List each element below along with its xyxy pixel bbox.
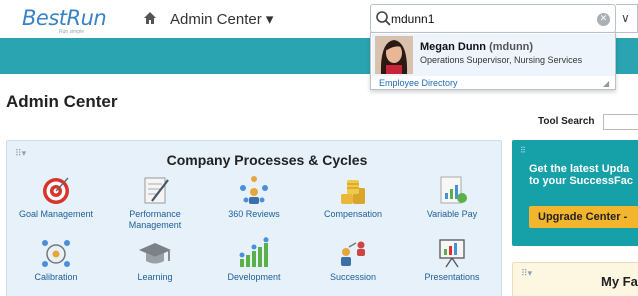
- logo-tagline: Run simple: [59, 29, 85, 35]
- chevron-down-icon: ∨: [621, 11, 630, 25]
- tile-development[interactable]: Development: [214, 237, 294, 283]
- panel-title: Company Processes & Cycles: [166, 152, 368, 168]
- page-title: Admin Center: [6, 92, 118, 111]
- tile-calibration[interactable]: Calibration: [16, 237, 96, 283]
- clear-icon[interactable]: ✕: [597, 13, 610, 26]
- tile-performance-management[interactable]: Performance Management: [115, 174, 195, 231]
- chart-document-icon: [440, 176, 467, 204]
- home-icon[interactable]: [142, 10, 158, 26]
- search-value: mdunn1: [391, 12, 435, 26]
- tile-label: Goal Management: [18, 209, 94, 219]
- tile-label: Variable Pay: [426, 209, 478, 219]
- tile-label: Calibration: [34, 272, 78, 282]
- favorites-card: ⠿▾ My Fa: [512, 262, 638, 296]
- target-icon: [43, 177, 69, 204]
- people-group-icon: [240, 176, 268, 204]
- tile-variable-pay[interactable]: Variable Pay: [412, 174, 492, 220]
- avatar: [375, 36, 413, 74]
- search-results-dropdown: Megan Dunn (mdunn) Operations Supervisor…: [370, 32, 616, 90]
- document-pen-icon: [144, 177, 169, 204]
- tile-360-reviews[interactable]: 360 Reviews: [214, 174, 294, 220]
- employee-directory-link[interactable]: Employee Directory: [379, 78, 458, 88]
- tool-search-label: Tool Search: [538, 116, 595, 127]
- tile-succession[interactable]: Succession: [313, 237, 393, 283]
- card-menu-handle[interactable]: ⠿: [520, 146, 526, 155]
- tile-learning[interactable]: Learning: [115, 237, 195, 283]
- tile-label: Development: [227, 272, 281, 282]
- upgrade-card: ⠿ Get the latest Upda to your SuccessFac…: [512, 140, 638, 246]
- search-scope-dropdown[interactable]: ∨: [616, 4, 638, 33]
- graduation-cap-icon: [139, 243, 171, 264]
- coins-icon: [341, 180, 365, 204]
- resize-handle[interactable]: ◢: [603, 79, 609, 88]
- search-icon: [376, 11, 391, 26]
- company-processes-panel: ⠿▾ Company Processes & Cycles Goal Manag…: [6, 140, 502, 296]
- card-menu-handle[interactable]: ⠿▾: [521, 269, 532, 279]
- tool-search-input[interactable]: [603, 114, 638, 130]
- tile-label: Presentations: [424, 272, 480, 282]
- global-search-input[interactable]: mdunn1 ✕: [370, 4, 616, 33]
- tile-label: Performance Management: [128, 209, 182, 230]
- tile-label: Succession: [329, 272, 377, 282]
- tile-goal-management[interactable]: Goal Management: [16, 174, 96, 220]
- tile-compensation[interactable]: Compensation: [313, 174, 393, 220]
- company-logo[interactable]: BestRun: [22, 6, 107, 30]
- upgrade-message: Get the latest Upda to your SuccessFac: [529, 163, 633, 187]
- presentation-icon: [439, 239, 465, 268]
- upgrade-center-button[interactable]: Upgrade Center -: [529, 206, 638, 228]
- favorites-title: My Fa: [601, 274, 638, 289]
- growth-icon: [239, 237, 269, 267]
- calibration-icon: [42, 240, 70, 267]
- result-job-title: Operations Supervisor, Nursing Services: [420, 55, 583, 65]
- tile-label: Compensation: [323, 209, 383, 219]
- module-nav-menu[interactable]: Admin Center ▾: [170, 10, 273, 28]
- succession-icon: [341, 241, 365, 266]
- search-result-person[interactable]: Megan Dunn (mdunn) Operations Supervisor…: [372, 34, 615, 76]
- tile-label: Learning: [137, 272, 173, 282]
- tile-presentations[interactable]: Presentations: [412, 237, 492, 283]
- result-name: Megan Dunn (mdunn): [420, 41, 534, 53]
- tile-label: 360 Reviews: [228, 209, 280, 219]
